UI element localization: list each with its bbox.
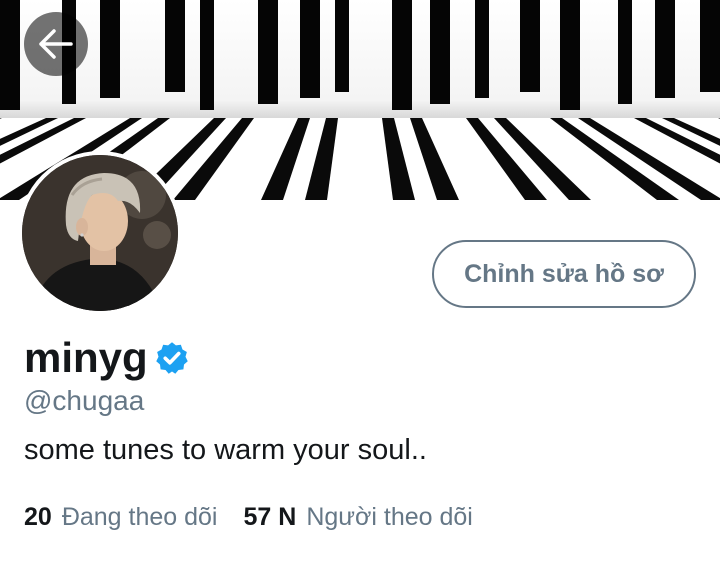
following-stat[interactable]: 20 Đang theo dõi — [24, 503, 218, 532]
piano-lower-key — [349, 118, 371, 200]
piano-black-key — [165, 0, 185, 92]
profile-bio: some tunes to warm your soul.. — [24, 434, 427, 466]
followers-count: 57 N — [243, 503, 297, 531]
avatar[interactable] — [18, 151, 182, 315]
piano-black-key — [560, 0, 580, 110]
piano-black-key — [200, 0, 214, 110]
verified-badge-icon — [155, 342, 188, 374]
avatar-photo — [22, 155, 178, 311]
piano-black-key — [392, 0, 412, 110]
following-label: Đang theo dõi — [61, 503, 218, 531]
piano-lower-key — [305, 118, 338, 200]
display-name: minyg — [24, 334, 148, 381]
piano-black-key — [475, 0, 489, 98]
piano-black-key — [300, 0, 320, 98]
back-button[interactable] — [24, 12, 88, 76]
piano-black-key — [0, 0, 20, 110]
edit-profile-button[interactable]: Chỉnh sửa hồ sơ — [432, 240, 696, 308]
display-name-row: minyg — [24, 333, 190, 383]
piano-black-key — [700, 0, 720, 92]
piano-black-key — [100, 0, 120, 98]
profile-stats: 20 Đang theo dõi 57 N Người theo dõi — [24, 503, 473, 532]
following-count: 20 — [24, 503, 52, 531]
piano-black-key — [430, 0, 450, 104]
piano-black-key — [335, 0, 349, 92]
piano-black-key — [618, 0, 632, 104]
piano-black-key — [520, 0, 540, 92]
piano-black-key — [258, 0, 278, 104]
piano-lower-key — [382, 118, 415, 200]
followers-stat[interactable]: 57 N Người theo dõi — [244, 503, 473, 532]
arrow-left-icon — [39, 29, 73, 59]
followers-label: Người theo dõi — [306, 503, 473, 531]
piano-black-key — [655, 0, 675, 98]
user-handle: @chugaa — [24, 385, 145, 416]
